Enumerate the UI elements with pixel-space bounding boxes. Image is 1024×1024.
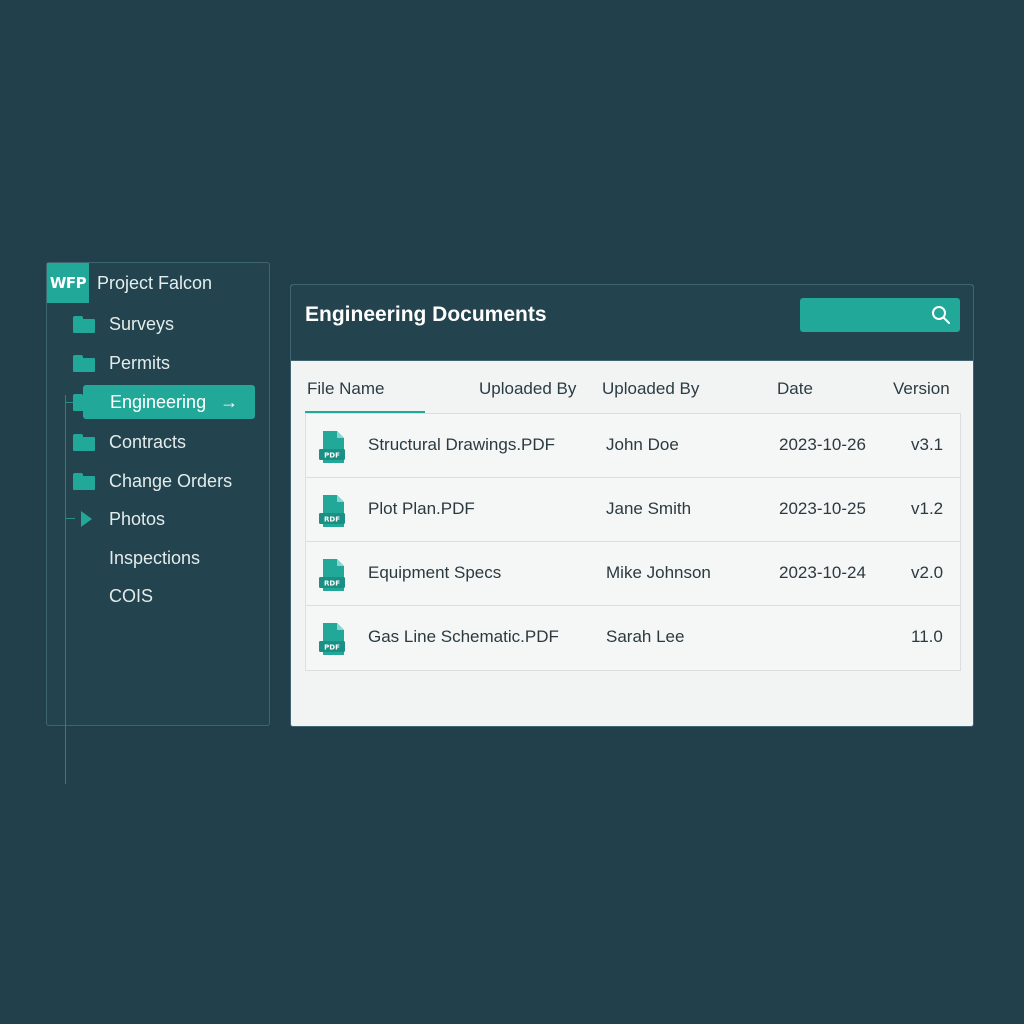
documents-table: PDF Structural Drawings.PDF John Doe 202… <box>305 413 961 671</box>
sidebar-item-photos[interactable]: Photos <box>73 502 165 536</box>
file-version: v2.0 <box>911 563 944 582</box>
sidebar-item-engineering[interactable]: Engineering → <box>83 385 255 419</box>
folder-icon <box>73 433 95 451</box>
uploaded-by: John Doe <box>606 435 679 454</box>
play-icon <box>81 511 92 527</box>
file-name[interactable]: Structural Drawings.PDF <box>368 435 555 455</box>
project-sidebar: WFP Project Falcon Surveys Permits Engin… <box>46 262 270 784</box>
file-version: v3.1 <box>911 435 944 454</box>
project-name: Project Falcon <box>97 272 213 293</box>
project-logo: WFP <box>47 263 89 303</box>
file-name[interactable]: Equipment Specs <box>368 563 501 583</box>
file-version: 11.0 <box>911 627 943 646</box>
file-version: v1.2 <box>911 499 944 518</box>
column-header-version[interactable]: Version <box>893 379 950 399</box>
folder-icon <box>73 315 95 333</box>
pdf-file-icon: RDF <box>319 495 345 527</box>
table-row[interactable]: PDF Gas Line Schematic.PDF Sarah Lee 11.… <box>306 606 960 670</box>
sidebar-item-label: Permits <box>109 352 171 373</box>
tree-connector <box>65 395 66 784</box>
search-icon[interactable] <box>931 305 951 325</box>
file-icon-label: PDF <box>324 644 340 652</box>
column-header-uploaded-by[interactable]: Uploaded By <box>479 379 576 399</box>
panel-header: Engineering Documents <box>291 285 973 361</box>
sidebar-item-label: Engineering <box>110 391 207 412</box>
file-name[interactable]: Gas Line Schematic.PDF <box>368 627 559 647</box>
sidebar-item-label: Contracts <box>109 431 187 452</box>
table-header: File Name Uploaded By Uploaded By Date V… <box>305 373 961 413</box>
page-title: Engineering Documents <box>305 303 547 326</box>
sidebar-item-label: Surveys <box>109 313 175 334</box>
uploaded-by: Sarah Lee <box>606 627 685 646</box>
upload-date: 2023-10-24 <box>779 563 866 582</box>
sidebar-item-surveys[interactable]: Surveys <box>73 307 174 341</box>
upload-date: 2023-10-26 <box>779 435 866 454</box>
file-icon-label: RDF <box>324 516 340 524</box>
sidebar-item-engineering-folder <box>73 385 95 419</box>
table-row[interactable]: RDF Plot Plan.PDF Jane Smith 2023-10-25 … <box>306 478 960 542</box>
documents-panel: Engineering Documents File Name Uploaded… <box>290 284 974 727</box>
pdf-file-icon: RDF <box>319 559 345 591</box>
table-row[interactable]: PDF Structural Drawings.PDF John Doe 202… <box>306 414 960 478</box>
sidebar-item-change-orders[interactable]: Change Orders <box>73 464 232 498</box>
uploaded-by: Jane Smith <box>606 499 692 518</box>
uploaded-by: Mike Johnson <box>606 563 711 582</box>
upload-date: 2023-10-25 <box>779 499 866 518</box>
arrow-right-icon: → <box>220 391 239 412</box>
pdf-file-icon: PDF <box>319 431 345 463</box>
sidebar-item-label: Change Orders <box>109 470 233 491</box>
sidebar-item-cois[interactable]: COIS <box>73 579 153 613</box>
column-header-date[interactable]: Date <box>777 379 813 399</box>
file-icon-label: PDF <box>324 452 340 460</box>
file-name[interactable]: Plot Plan.PDF <box>368 499 475 519</box>
pdf-file-icon: PDF <box>319 623 345 655</box>
column-header-uploaded-by[interactable]: Uploaded By <box>602 379 699 399</box>
sidebar-item-label: COIS <box>109 585 154 606</box>
sidebar-item-label: Inspections <box>109 547 201 568</box>
sidebar-item-label: Photos <box>109 508 166 529</box>
folder-icon <box>73 472 95 490</box>
sidebar-item-permits[interactable]: Permits <box>73 346 170 380</box>
file-icon-label: RDF <box>324 580 340 588</box>
column-header-file-name[interactable]: File Name <box>307 379 384 399</box>
search-input[interactable] <box>800 298 960 332</box>
sidebar-item-contracts[interactable]: Contracts <box>73 425 186 459</box>
sidebar-item-inspections[interactable]: Inspections <box>73 541 200 575</box>
sidebar-header[interactable]: WFP Project Falcon <box>47 263 269 303</box>
table-row[interactable]: RDF Equipment Specs Mike Johnson 2023-10… <box>306 542 960 606</box>
folder-icon <box>73 354 95 372</box>
